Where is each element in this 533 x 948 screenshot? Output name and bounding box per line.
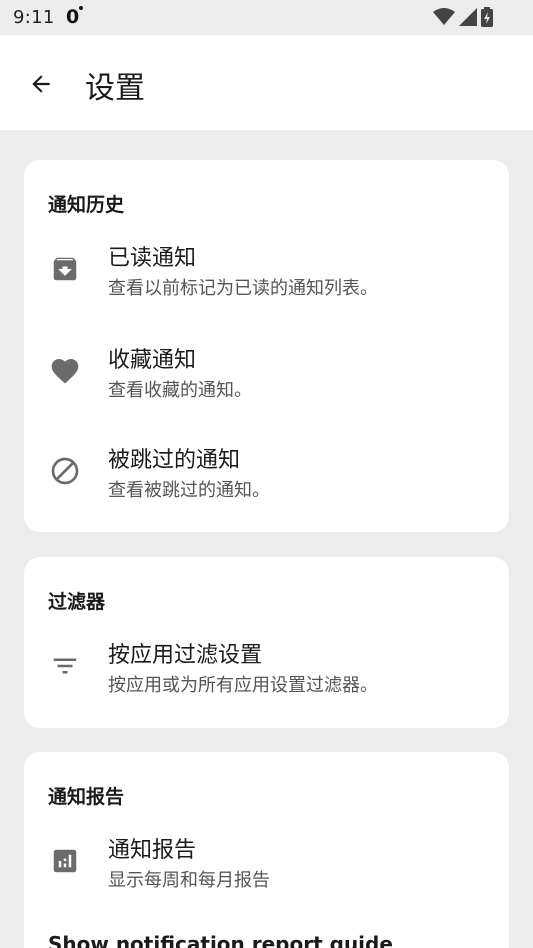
filter-icon	[48, 649, 82, 683]
item-title: 通知报告	[108, 838, 197, 863]
item-subtitle: 查看收藏的通知。	[108, 380, 252, 401]
section-title: 通知报告	[48, 786, 125, 808]
battery-icon	[481, 7, 493, 27]
report-guide-link[interactable]: Show notification report guide	[48, 932, 393, 948]
notification-report-item[interactable]: 通知报告 显示每周和每月报告	[24, 822, 509, 902]
item-subtitle: 显示每周和每月报告	[108, 870, 270, 891]
app-filter-settings-item[interactable]: 按应用过滤设置 按应用或为所有应用设置过滤器。	[24, 627, 509, 707]
item-subtitle: 查看以前标记为已读的通知列表。	[108, 278, 378, 299]
block-icon	[48, 454, 82, 488]
notification-report-card: 通知报告 通知报告 显示每周和每月报告 Show notification re…	[24, 752, 509, 948]
back-button[interactable]	[22, 65, 60, 103]
item-title: 收藏通知	[108, 348, 197, 373]
status-indicator: 0	[66, 6, 80, 28]
item-subtitle: 按应用或为所有应用设置过滤器。	[108, 675, 378, 696]
section-title: 过滤器	[48, 591, 106, 613]
section-title: 通知历史	[48, 194, 125, 216]
item-subtitle: 查看被跳过的通知。	[108, 480, 270, 501]
status-icons	[433, 7, 493, 27]
item-title: 已读通知	[108, 246, 197, 271]
arrow-back-icon	[32, 75, 50, 93]
app-bar: 设置	[0, 35, 533, 130]
status-time: 9:11	[13, 7, 55, 28]
bar-chart-icon	[48, 844, 82, 878]
wifi-icon	[433, 8, 455, 25]
skipped-notifications-item[interactable]: 被跳过的通知 查看被跳过的通知。	[24, 432, 509, 512]
filter-card: 过滤器 按应用过滤设置 按应用或为所有应用设置过滤器。	[24, 557, 509, 728]
item-title: 被跳过的通知	[108, 448, 241, 473]
heart-icon	[48, 354, 82, 388]
page-title: 设置	[85, 71, 145, 106]
status-bar: 9:11 0	[0, 0, 533, 35]
item-title: 按应用过滤设置	[108, 643, 263, 668]
favorite-notifications-item[interactable]: 收藏通知 查看收藏的通知。	[24, 332, 509, 412]
notification-history-card: 通知历史 已读通知 查看以前标记为已读的通知列表。 收藏通知 查看收藏的通知。 …	[24, 160, 509, 532]
signal-icon	[459, 8, 477, 26]
read-notifications-item[interactable]: 已读通知 查看以前标记为已读的通知列表。	[24, 230, 509, 310]
archive-icon	[48, 252, 82, 286]
status-dot	[79, 6, 83, 10]
